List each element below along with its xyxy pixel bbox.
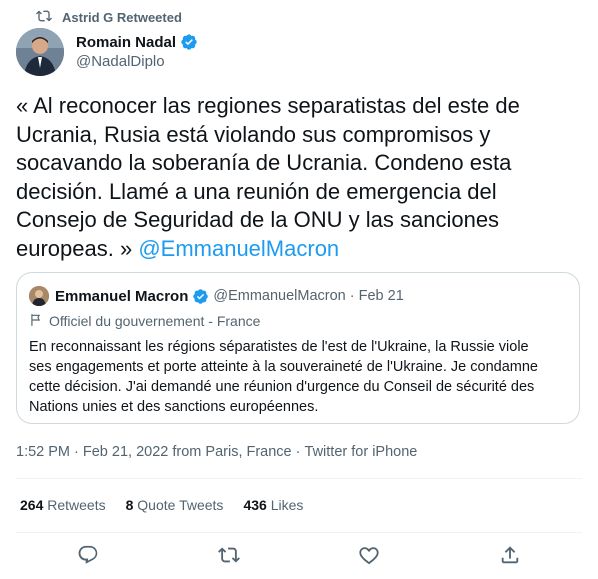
quoted-tweet-card[interactable]: Emmanuel Macron @EmmanuelMacron · Feb 21… bbox=[16, 272, 580, 424]
quoted-verified-badge-icon bbox=[192, 288, 209, 305]
quoted-author-avatar[interactable] bbox=[29, 286, 49, 306]
share-icon[interactable] bbox=[499, 544, 521, 566]
meta-separator: · bbox=[291, 444, 305, 460]
quote-tweets-count: 8 bbox=[125, 497, 134, 513]
meta-separator: · bbox=[70, 444, 83, 460]
tweet-metadata: 1:52 PM · Feb 21, 2022 from Paris, Franc… bbox=[16, 444, 417, 460]
tweet-source[interactable]: Twitter for iPhone bbox=[305, 444, 418, 460]
flag-icon bbox=[29, 313, 43, 330]
quoted-author-name[interactable]: Emmanuel Macron bbox=[55, 288, 188, 305]
author-block[interactable]: Romain Nadal @NadalDiplo bbox=[76, 32, 198, 70]
author-avatar[interactable] bbox=[16, 28, 64, 76]
retweets-count: 264 bbox=[20, 497, 44, 513]
verified-badge-icon bbox=[180, 33, 198, 51]
author-name[interactable]: Romain Nadal bbox=[76, 34, 176, 51]
author-handle[interactable]: @NadalDiplo bbox=[76, 53, 198, 70]
tweet-date-location[interactable]: Feb 21, 2022 from Paris, France bbox=[83, 444, 292, 460]
reply-icon[interactable] bbox=[77, 544, 99, 566]
engagement-stats: 264 Retweets 8 Quote Tweets 436 Likes bbox=[20, 497, 303, 513]
likes-label: Likes bbox=[270, 497, 304, 513]
retweet-button-icon[interactable] bbox=[218, 544, 240, 566]
mention-link[interactable]: @EmmanuelMacron bbox=[138, 236, 339, 261]
quote-tweets-label: Quote Tweets bbox=[137, 497, 224, 513]
government-label: Officiel du gouvernement - France bbox=[29, 311, 260, 331]
retweet-icon bbox=[36, 8, 52, 27]
retweet-label: Astrid G Retweeted bbox=[62, 9, 182, 25]
divider bbox=[16, 532, 582, 533]
retweets-label: Retweets bbox=[47, 497, 106, 513]
divider bbox=[16, 478, 582, 479]
quoted-tweet-text: En reconnaissant les régions séparatiste… bbox=[29, 339, 538, 415]
likes-stat[interactable]: 436 Likes bbox=[243, 497, 303, 513]
tweet-time[interactable]: 1:52 PM bbox=[16, 444, 70, 460]
quote-tweets-stat[interactable]: 8 Quote Tweets bbox=[126, 497, 224, 513]
likes-count: 436 bbox=[243, 497, 267, 513]
quoted-date[interactable]: Feb 21 bbox=[359, 288, 404, 304]
government-label-text: Officiel du gouvernement - France bbox=[49, 313, 261, 329]
quoted-separator: · bbox=[349, 288, 355, 304]
tweet-text: « Al reconocer las regiones separatistas… bbox=[16, 92, 576, 263]
quoted-tweet-header: Emmanuel Macron @EmmanuelMacron · Feb 21 bbox=[29, 285, 404, 307]
retweets-stat[interactable]: 264 Retweets bbox=[20, 497, 106, 513]
retweet-context[interactable]: Astrid G Retweeted bbox=[36, 8, 182, 26]
like-icon[interactable] bbox=[358, 544, 380, 566]
quoted-author-handle[interactable]: @EmmanuelMacron bbox=[213, 288, 345, 304]
action-bar bbox=[0, 540, 598, 570]
